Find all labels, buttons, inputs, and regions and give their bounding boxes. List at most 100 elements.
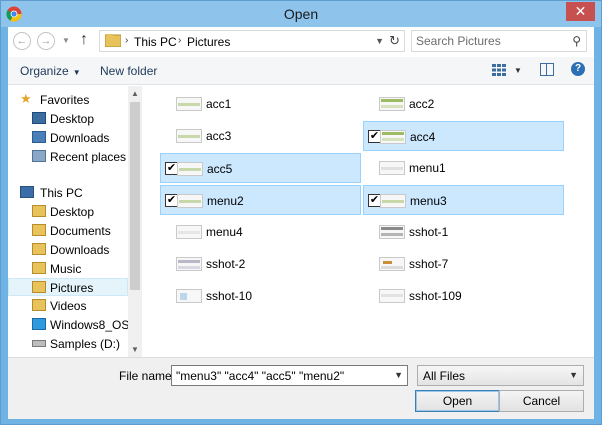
- file-item[interactable]: ✔ acc4: [363, 121, 564, 151]
- preview-pane-icon[interactable]: [540, 63, 554, 76]
- breadcrumb-chevron-icon[interactable]: ›: [178, 35, 181, 46]
- nav-downloads-folder[interactable]: Downloads: [8, 241, 128, 259]
- file-item[interactable]: sshot-7: [363, 249, 564, 279]
- scroll-up-icon[interactable]: ▲: [131, 89, 139, 98]
- nav-label: Samples (D:): [50, 337, 121, 351]
- address-bar[interactable]: › This PC › Pictures ▼ ↻: [99, 30, 405, 52]
- recent-places-icon: [32, 150, 46, 162]
- close-button[interactable]: ✕: [566, 2, 595, 21]
- up-arrow-icon: ↑: [80, 31, 88, 48]
- file-item[interactable]: menu4: [160, 217, 361, 247]
- nav-desktop[interactable]: Desktop: [8, 110, 128, 128]
- computer-icon: [20, 186, 34, 198]
- desktop-icon: [32, 112, 46, 124]
- image-thumbnail-icon: [379, 161, 405, 175]
- file-name: acc5: [207, 162, 233, 176]
- back-arrow-icon: ←: [16, 35, 28, 47]
- cancel-button[interactable]: Cancel: [499, 390, 584, 412]
- image-thumbnail-icon: [380, 130, 406, 144]
- back-button[interactable]: ←: [13, 32, 31, 50]
- file-name: acc2: [409, 97, 435, 111]
- nav-pictures[interactable]: Pictures: [8, 278, 128, 296]
- breadcrumb-this-pc[interactable]: This PC: [134, 35, 177, 49]
- nav-label: Desktop: [50, 112, 95, 126]
- drive-icon: [32, 318, 46, 330]
- title-bar[interactable]: Open ✕: [1, 1, 601, 27]
- file-item[interactable]: sshot-10: [160, 281, 361, 311]
- nav-this-pc[interactable]: This PC: [8, 184, 128, 202]
- navigation-pane: ★ Favorites Desktop Downloads Recent pla…: [8, 86, 142, 357]
- image-thumbnail-icon: [176, 97, 202, 111]
- star-icon: ★: [20, 91, 32, 106]
- nav-favorites[interactable]: ★ Favorites: [8, 91, 128, 109]
- file-name-field[interactable]: ▼: [171, 365, 408, 386]
- file-item[interactable]: sshot-109: [363, 281, 564, 311]
- file-item[interactable]: ✔ menu3: [363, 185, 564, 215]
- scroll-thumb[interactable]: [130, 102, 140, 290]
- change-view-icon[interactable]: [492, 64, 506, 76]
- image-thumbnail-icon: [176, 289, 202, 303]
- view-options-chevron-icon[interactable]: ▼: [514, 66, 522, 75]
- up-button[interactable]: ↑: [80, 31, 88, 49]
- nav-windows8-os[interactable]: Windows8_OS (C: [8, 316, 142, 334]
- file-list: acc1 acc2 acc3 ✔ acc4 ✔ acc5 menu1 ✔ men…: [142, 86, 594, 357]
- nav-music[interactable]: Music: [8, 260, 128, 278]
- file-item[interactable]: sshot-1: [363, 217, 564, 247]
- file-name: acc4: [410, 130, 436, 144]
- nav-samples-drive[interactable]: Samples (D:): [8, 335, 128, 353]
- nav-label: Documents: [50, 224, 111, 238]
- folder-icon: [32, 224, 46, 236]
- search-icon[interactable]: ⚲: [572, 34, 581, 48]
- nav-label: Favorites: [40, 93, 90, 107]
- nav-label: Downloads: [50, 243, 110, 257]
- file-name-input[interactable]: [176, 368, 384, 383]
- file-item[interactable]: acc2: [363, 89, 564, 119]
- nav-documents[interactable]: Documents: [8, 222, 128, 240]
- refresh-icon[interactable]: ↻: [389, 33, 400, 49]
- file-item[interactable]: sshot-2: [160, 249, 361, 279]
- folder-icon: [32, 205, 46, 217]
- file-name: acc1: [206, 97, 232, 111]
- breadcrumb-chevron-icon[interactable]: ›: [125, 35, 128, 46]
- image-thumbnail-icon: [379, 289, 405, 303]
- image-thumbnail-icon: [379, 97, 405, 111]
- folder-icon: [32, 281, 46, 293]
- forward-button[interactable]: →: [37, 32, 55, 50]
- file-item[interactable]: ✔ acc5: [160, 153, 361, 183]
- nav-recent-places[interactable]: Recent places: [8, 148, 128, 166]
- file-item[interactable]: acc3: [160, 121, 361, 151]
- image-thumbnail-icon: [176, 225, 202, 239]
- file-item[interactable]: acc1: [160, 89, 361, 119]
- recent-locations-chevron-icon[interactable]: ▼: [62, 36, 70, 45]
- nav-downloads[interactable]: Downloads: [8, 129, 128, 147]
- file-name: menu3: [410, 194, 447, 208]
- address-dropdown-icon[interactable]: ▼: [375, 36, 384, 46]
- file-name: acc3: [206, 129, 232, 143]
- file-name-dropdown-icon[interactable]: ▼: [394, 370, 403, 380]
- organize-label: Organize: [20, 64, 69, 78]
- open-button[interactable]: Open: [415, 390, 500, 412]
- breadcrumb-pictures[interactable]: Pictures: [187, 35, 230, 49]
- file-name: menu4: [206, 225, 243, 239]
- nav-label: Pictures: [50, 281, 94, 295]
- scroll-down-icon[interactable]: ▼: [131, 345, 139, 354]
- image-thumbnail-icon: [176, 129, 202, 143]
- nav-scrollbar[interactable]: ▲ ▼: [128, 86, 142, 357]
- file-type-select[interactable]: All Files ▼: [417, 365, 584, 386]
- organize-button[interactable]: Organize ▼: [20, 64, 81, 78]
- nav-label: Desktop: [50, 205, 95, 219]
- file-name: sshot-2: [206, 257, 246, 271]
- search-box[interactable]: ⚲: [411, 30, 587, 52]
- file-name: menu1: [409, 161, 446, 175]
- help-icon[interactable]: ?: [571, 62, 585, 76]
- bottom-bar: File name: ▼ All Files ▼ Open Cancel: [8, 357, 594, 419]
- file-name: menu2: [207, 194, 244, 208]
- image-thumbnail-icon: [177, 162, 203, 176]
- new-folder-button[interactable]: New folder: [100, 64, 157, 78]
- nav-desktop-folder[interactable]: Desktop: [8, 203, 128, 221]
- file-item[interactable]: menu1: [363, 153, 564, 183]
- search-input[interactable]: [416, 33, 566, 49]
- file-item[interactable]: ✔ menu2: [160, 185, 361, 215]
- file-type-value: All Files: [423, 369, 466, 383]
- nav-videos[interactable]: Videos: [8, 297, 128, 315]
